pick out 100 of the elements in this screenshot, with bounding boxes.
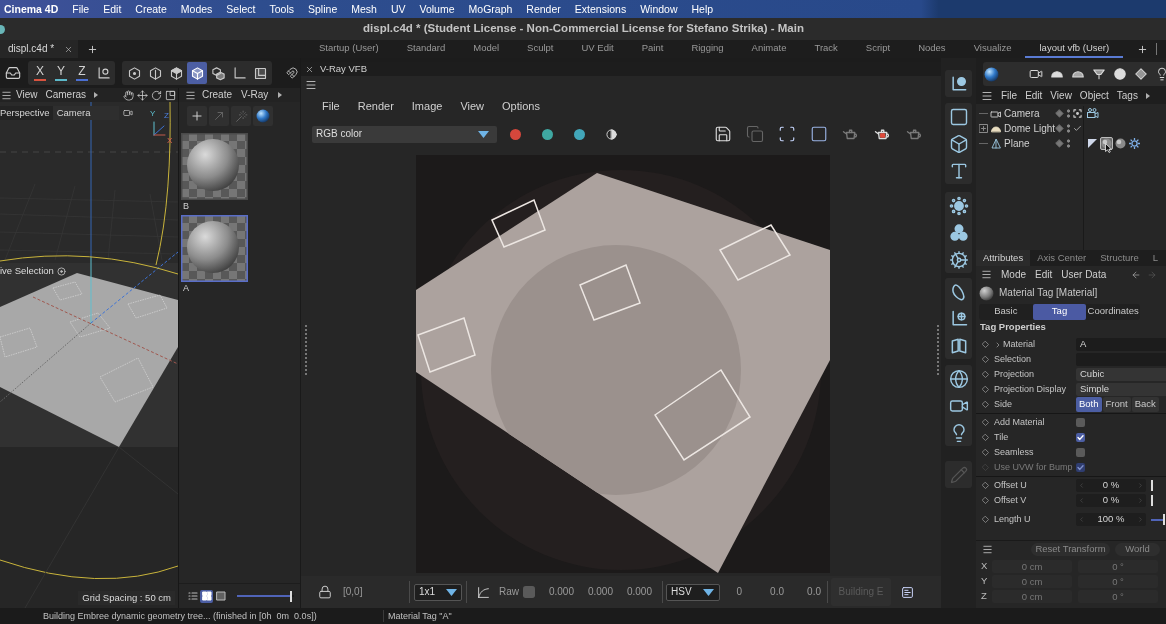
corner-axis-icon[interactable] [95,65,111,81]
section-tab[interactable]: Tag [1032,303,1087,320]
menu-item[interactable]: Create [202,89,232,101]
axis-lock-button[interactable]: X [30,62,50,84]
cube-icon[interactable] [948,133,969,154]
trefoil-icon[interactable] [948,222,969,243]
segment-button[interactable]: Both [1076,397,1102,412]
diamond-outline-icon[interactable] [982,371,989,378]
pan-hand-icon[interactable] [123,89,134,101]
zoom-dropdown[interactable]: 1x1 [414,583,462,601]
menu-item[interactable]: MoGraph [468,2,513,16]
checkbox[interactable] [1076,433,1085,442]
layout-tab[interactable]: Animate [737,40,801,58]
tray-icon[interactable] [5,65,21,81]
camera-label[interactable]: Camera [52,106,119,120]
menu-item[interactable]: View [1050,90,1072,102]
panel-tab[interactable]: Axis Center [1030,250,1094,266]
layout-tab[interactable]: Nodes [904,40,960,58]
diamond-outline-icon[interactable] [982,449,989,456]
caret-icon[interactable] [278,92,283,98]
menu-item[interactable]: V-Ray [241,89,269,101]
layout-tab[interactable]: Sculpt [513,40,568,58]
menu-item[interactable]: Image [411,99,443,113]
menu-icon[interactable] [981,90,993,102]
gear-icon[interactable] [948,249,969,270]
menu-item[interactable]: UV [390,2,406,16]
thumbnail-size-slider[interactable] [237,590,294,602]
menu-item[interactable]: Tools [269,2,295,16]
diamond-outline-icon[interactable] [982,482,989,489]
menu-item[interactable]: Mesh [351,2,377,16]
diamond-outline-icon[interactable] [982,419,989,426]
square-icon[interactable] [948,106,969,127]
back-arrow-icon[interactable] [1131,269,1141,280]
menu-item[interactable]: File [1001,90,1018,102]
caret-icon[interactable] [478,130,489,138]
diamond-outline-icon[interactable] [982,401,989,408]
document-icon[interactable] [901,585,914,599]
close-icon[interactable] [305,64,314,74]
corner-brackets-icon[interactable] [778,125,796,143]
focus-frame-icon[interactable] [1073,109,1082,118]
diamond-outline-icon[interactable] [982,386,989,393]
layout-tab[interactable]: Rigging [677,40,738,58]
panel-tab[interactable]: Structure [1093,250,1146,266]
menu-item[interactable]: Modes [180,2,213,16]
material-sphere-icon[interactable] [1114,137,1127,150]
camera-icon[interactable] [1029,67,1043,81]
coordinate-button[interactable]: World [1115,542,1160,556]
triangle-icon[interactable] [1086,137,1099,150]
menu-item[interactable]: User Data [1061,268,1107,281]
close-icon[interactable] [64,44,74,54]
lock-icon[interactable] [318,585,332,599]
caret-icon[interactable] [446,588,457,596]
raw-checkbox[interactable] [523,586,535,598]
menu-item[interactable]: Extensions [574,2,627,16]
layout-tab[interactable]: Track [800,40,852,58]
half-circle-icon[interactable] [606,128,617,140]
axis-lock-button[interactable]: Z [72,62,92,84]
object-name[interactable]: Dome Light [1004,122,1055,135]
menu-icon[interactable] [185,89,196,101]
two-dots-icon[interactable] [1067,109,1070,118]
rotate-icon[interactable] [151,89,162,101]
menu-item[interactable]: File [322,99,340,113]
layout-tab[interactable]: UV Edit [567,40,628,58]
sphere-icon[interactable] [984,66,999,82]
caret-icon[interactable] [94,92,99,98]
menu-item[interactable]: Render [526,2,561,16]
menu-item[interactable]: Create [135,2,167,16]
object-name[interactable]: Plane [1004,137,1055,150]
menu-item[interactable]: Render [357,99,394,113]
menu-item[interactable]: Cameras [45,89,87,101]
menu-icon[interactable] [981,269,992,280]
camera-icon[interactable] [122,108,133,118]
layout-tab[interactable]: Script [851,40,905,58]
color-space-dropdown[interactable]: HSV [666,583,720,601]
caret-icon[interactable] [703,588,714,596]
material-thumbnail[interactable] [181,215,248,282]
save-icon[interactable] [714,125,732,143]
app-menu[interactable]: Cinema 4D [4,2,59,16]
section-tab[interactable]: Coordinates [1086,303,1140,320]
chevron-icon[interactable] [994,340,1002,349]
diamond-outline-icon[interactable] [982,434,989,441]
add-layout-icon[interactable] [1137,43,1149,55]
resize-handle[interactable] [305,325,308,375]
projection-label[interactable]: Perspective [0,106,53,120]
slider-thumb[interactable] [290,590,293,602]
layout-tab[interactable]: Paint [627,40,678,58]
square-icon[interactable] [810,125,828,143]
axis-lock-button[interactable]: Y [51,62,71,84]
move-icon[interactable] [137,89,148,101]
menu-item[interactable]: Options [502,99,540,113]
panel-tab[interactable]: L [1145,250,1166,266]
caret-icon[interactable] [1145,93,1150,99]
checkbox[interactable] [1076,418,1085,427]
segment-button[interactable]: Front [1102,397,1131,412]
menu-item[interactable]: View [16,89,38,101]
menu-item[interactable]: Mode [1001,268,1026,281]
menu-item[interactable]: Help [691,2,714,16]
menu-item[interactable]: Edit [1035,268,1053,281]
menu-item[interactable]: File [72,2,90,16]
material-thumbnail[interactable] [181,133,248,200]
